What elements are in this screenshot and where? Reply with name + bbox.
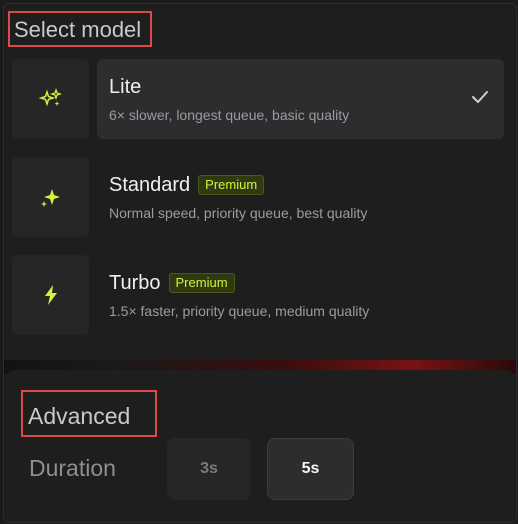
premium-badge: Premium	[168, 273, 235, 293]
model-option-turbo[interactable]: Turbo Premium 1.5× faster, priority queu…	[12, 255, 504, 335]
sparkle-icon	[12, 157, 89, 237]
model-option-lite[interactable]: Lite 6× slower, longest queue, basic qua…	[12, 59, 504, 139]
model-name-lite: Lite	[109, 76, 142, 98]
model-card-standard[interactable]: Standard Premium Normal speed, priority …	[97, 157, 504, 237]
select-model-title: Select model	[14, 17, 142, 42]
model-card-lite[interactable]: Lite 6× slower, longest queue, basic qua…	[97, 59, 504, 139]
model-description-lite: 6× slower, longest queue, basic quality	[109, 107, 350, 123]
lightning-icon	[12, 255, 89, 335]
model-settings-panel: Select model Lite 6× slower, longest que…	[3, 3, 517, 523]
sparkle-small-icon	[12, 59, 89, 139]
model-card-turbo[interactable]: Turbo Premium 1.5× faster, priority queu…	[97, 255, 504, 335]
model-option-standard[interactable]: Standard Premium Normal speed, priority …	[12, 157, 504, 237]
check-icon	[470, 87, 490, 112]
duration-label: Duration	[29, 455, 116, 481]
premium-badge: Premium	[198, 175, 265, 195]
model-description-turbo: 1.5× faster, priority queue, medium qual…	[109, 303, 370, 319]
advanced-title: Advanced	[28, 403, 131, 429]
duration-option-3s[interactable]: 3s	[167, 438, 251, 500]
model-description-standard: Normal speed, priority queue, best quali…	[109, 205, 368, 221]
model-name-turbo: Turbo	[109, 272, 161, 294]
duration-option-5s[interactable]: 5s	[267, 438, 354, 500]
model-name-standard: Standard	[109, 174, 191, 196]
